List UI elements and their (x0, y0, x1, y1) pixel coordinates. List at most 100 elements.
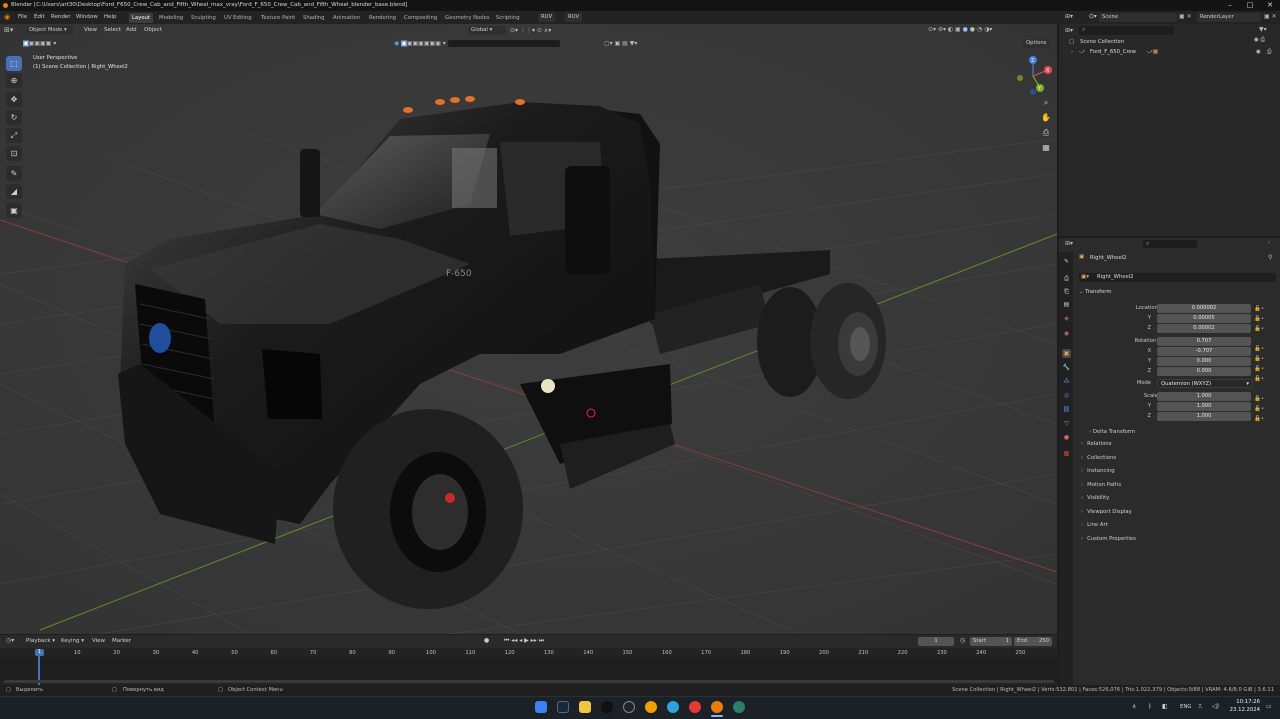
view-layer-icons[interactable]: ◉ ▣▣▣▣▣▣▣ ▾ (394, 40, 604, 48)
language-indicator[interactable]: ENG (1180, 704, 1191, 710)
clock-time[interactable]: 10:17:26 (1230, 699, 1260, 705)
outliner-row-ford[interactable]: › ⤻ Ford_F_650_Crew ⤻▦ ◉ ⎙ (1059, 48, 1280, 57)
data-tab-icon[interactable]: ▽ (1062, 419, 1071, 428)
rotation-z-field[interactable]: 0.000 (1157, 367, 1251, 376)
scale-z-field[interactable]: 1.000 (1157, 412, 1251, 421)
location-x-field[interactable]: 0.000002 (1157, 304, 1251, 313)
steam-icon[interactable] (557, 701, 569, 713)
section-motion-paths[interactable]: Motion Paths (1081, 482, 1121, 488)
physics-tab-icon[interactable]: ◎ (1062, 391, 1071, 400)
options-button[interactable]: Options (1023, 39, 1050, 48)
transform-orientation-dropdown[interactable]: Global ▾ (468, 26, 506, 35)
add-cube-tool[interactable]: ▣ (6, 203, 22, 218)
viewport-menu-view[interactable]: View (84, 24, 97, 37)
epic-icon[interactable] (623, 701, 635, 713)
material-tab-icon[interactable]: ● (1062, 433, 1071, 442)
location-z-field[interactable]: 0.00002 (1157, 324, 1251, 333)
viewport-menu-select[interactable]: Select (104, 24, 121, 37)
network-icon[interactable]: ⎍ (1198, 703, 1202, 711)
ruv-button-1[interactable]: RUV (538, 13, 556, 22)
timeline-menu-view[interactable]: View (92, 635, 105, 648)
unreal-icon[interactable] (601, 701, 613, 713)
yandex-browser-icon[interactable] (689, 701, 701, 713)
app-taskbar-icon[interactable] (733, 701, 745, 713)
outliner-row-scene-collection[interactable]: ▢ Scene Collection (1059, 38, 1280, 47)
record-icon[interactable]: ● (484, 637, 489, 644)
tab-rendering[interactable]: Rendering (366, 13, 399, 23)
constraints-tab-icon[interactable]: ⛓ (1062, 405, 1071, 414)
timeline-editor-icon[interactable]: ◷▾ (6, 637, 14, 644)
world-tab-icon[interactable]: ◉ (1062, 329, 1071, 338)
file-explorer-icon[interactable] (579, 701, 591, 713)
timeline-scrollbar[interactable] (4, 680, 1054, 683)
timeline-menu-playback[interactable]: Playback ▾ (26, 635, 55, 648)
camera-icon[interactable]: ⎙ (1039, 126, 1053, 140)
tab-compositing[interactable]: Compositing (401, 13, 440, 23)
clock-icon[interactable]: ◷ (960, 637, 965, 644)
shading-buttons[interactable]: ⊙▾ ⊛▾ ◐ ▣ ● ● ◔ ◑▾ (928, 26, 1053, 35)
bluetooth-icon[interactable]: ᛒ (1148, 703, 1152, 710)
viewport-menu-add[interactable]: Add (126, 24, 137, 37)
renderlayer-buttons[interactable]: ▣ ✕ (1264, 13, 1277, 20)
select-box-tool[interactable]: ⬚ (6, 56, 22, 71)
zoom-icon[interactable]: ⌕ (1039, 96, 1053, 110)
scale-y-field[interactable]: 1.000 (1157, 402, 1251, 411)
section-line-art[interactable]: Line Art (1081, 522, 1108, 528)
ortho-grid-icon[interactable]: ▦ (1039, 141, 1053, 155)
blender-menu-icon[interactable]: ◉ (4, 11, 10, 24)
pin-icon[interactable]: ⚲ (1268, 254, 1272, 261)
object-name-field[interactable]: ▣▾ Right_Wheel2 (1079, 273, 1276, 282)
clock-date[interactable]: 23.12.2024 (1226, 707, 1260, 713)
tab-layout[interactable]: Layout (129, 13, 154, 23)
playhead-frame-label[interactable]: 1 (35, 649, 44, 656)
start-frame-field[interactable]: Start 1 (970, 637, 1012, 646)
visibility-eye-icon[interactable]: ◉ (1256, 49, 1261, 55)
maximize-icon[interactable]: □ (1240, 0, 1260, 11)
scene-tab-icon[interactable]: ◈ (1062, 314, 1071, 323)
timeline-menu-marker[interactable]: Marker (112, 635, 131, 648)
tray-chevron-icon[interactable]: ∧ (1132, 703, 1136, 710)
section-visibility[interactable]: Visibility (1081, 495, 1109, 501)
tab-texture-paint[interactable]: Texture Paint (258, 13, 298, 23)
rotation-mode-dropdown[interactable]: Quaternion (WXYZ) ▾ (1157, 379, 1253, 388)
volume-icon[interactable]: ◁) (1212, 703, 1219, 710)
lock-icons[interactable]: 🔓• 🔓• 🔓• 🔓• 🔓• 🔓• 🔓• 🔓• 🔓• 🔓• (1254, 304, 1274, 424)
viewport-menu-object[interactable]: Object (144, 24, 162, 37)
scale-x-field[interactable]: 1.000 (1157, 392, 1251, 401)
properties-editor-icon[interactable]: ⊞▾ (1065, 240, 1073, 247)
outliner-filter-icon[interactable]: ▼▾ (1259, 26, 1267, 33)
tab-shading[interactable]: Shading (300, 13, 328, 23)
transform-tool[interactable]: ⊡ (6, 146, 22, 161)
tab-uv-editing[interactable]: UV Editing (221, 13, 255, 23)
3d-viewport[interactable]: F-650 ⊞▾ Object Mode ▾ View Select Add O… (0, 24, 1057, 634)
blender-taskbar-icon[interactable] (711, 701, 723, 713)
scene-selector[interactable]: Scene (1099, 13, 1177, 22)
tab-scripting[interactable]: Scripting (493, 13, 523, 23)
ruv-button-2[interactable]: RUV (565, 13, 583, 22)
scale-tool[interactable]: ⤢ (6, 128, 22, 143)
object-mode-dropdown[interactable]: Object Mode ▾ (26, 26, 74, 35)
output-tab-icon[interactable]: ⎗ (1062, 287, 1071, 296)
rotate-tool[interactable]: ↻ (6, 110, 22, 125)
render-camera-icon[interactable]: ⎙ (1267, 49, 1271, 56)
menu-help[interactable]: Help (104, 11, 117, 24)
menu-window[interactable]: Window (76, 11, 98, 24)
section-instancing[interactable]: Instancing (1081, 468, 1114, 474)
section-relations[interactable]: Relations (1081, 441, 1111, 447)
timeline-menu-keying[interactable]: Keying ▾ (61, 635, 84, 648)
texture-tab-icon[interactable]: ▩ (1062, 449, 1071, 458)
particles-tab-icon[interactable]: ⁂ (1062, 377, 1071, 386)
menu-edit[interactable]: Edit (34, 11, 45, 24)
telegram-icon[interactable] (667, 701, 679, 713)
section-collections[interactable]: Collections (1081, 455, 1116, 461)
tray-app-icon[interactable]: ◧ (1162, 703, 1168, 710)
navigation-gizmo[interactable]: Z X Y (1012, 54, 1054, 96)
transform-panel-header[interactable]: ⌄ Transform (1079, 289, 1112, 295)
renderlayer-selector[interactable]: RenderLayer (1197, 13, 1261, 22)
pan-hand-icon[interactable]: ✋ (1039, 111, 1053, 125)
tab-animation[interactable]: Animation (330, 13, 363, 23)
playback-controls[interactable]: ⏮ ◂◂ ◂ ▶ ▸▸ ⏭ (504, 637, 544, 645)
section-custom-properties[interactable]: Custom Properties (1081, 536, 1136, 542)
outliner-editor-icon[interactable]: ⊞▾ (1065, 13, 1073, 20)
properties-search-input[interactable]: ⌕ (1143, 240, 1197, 248)
